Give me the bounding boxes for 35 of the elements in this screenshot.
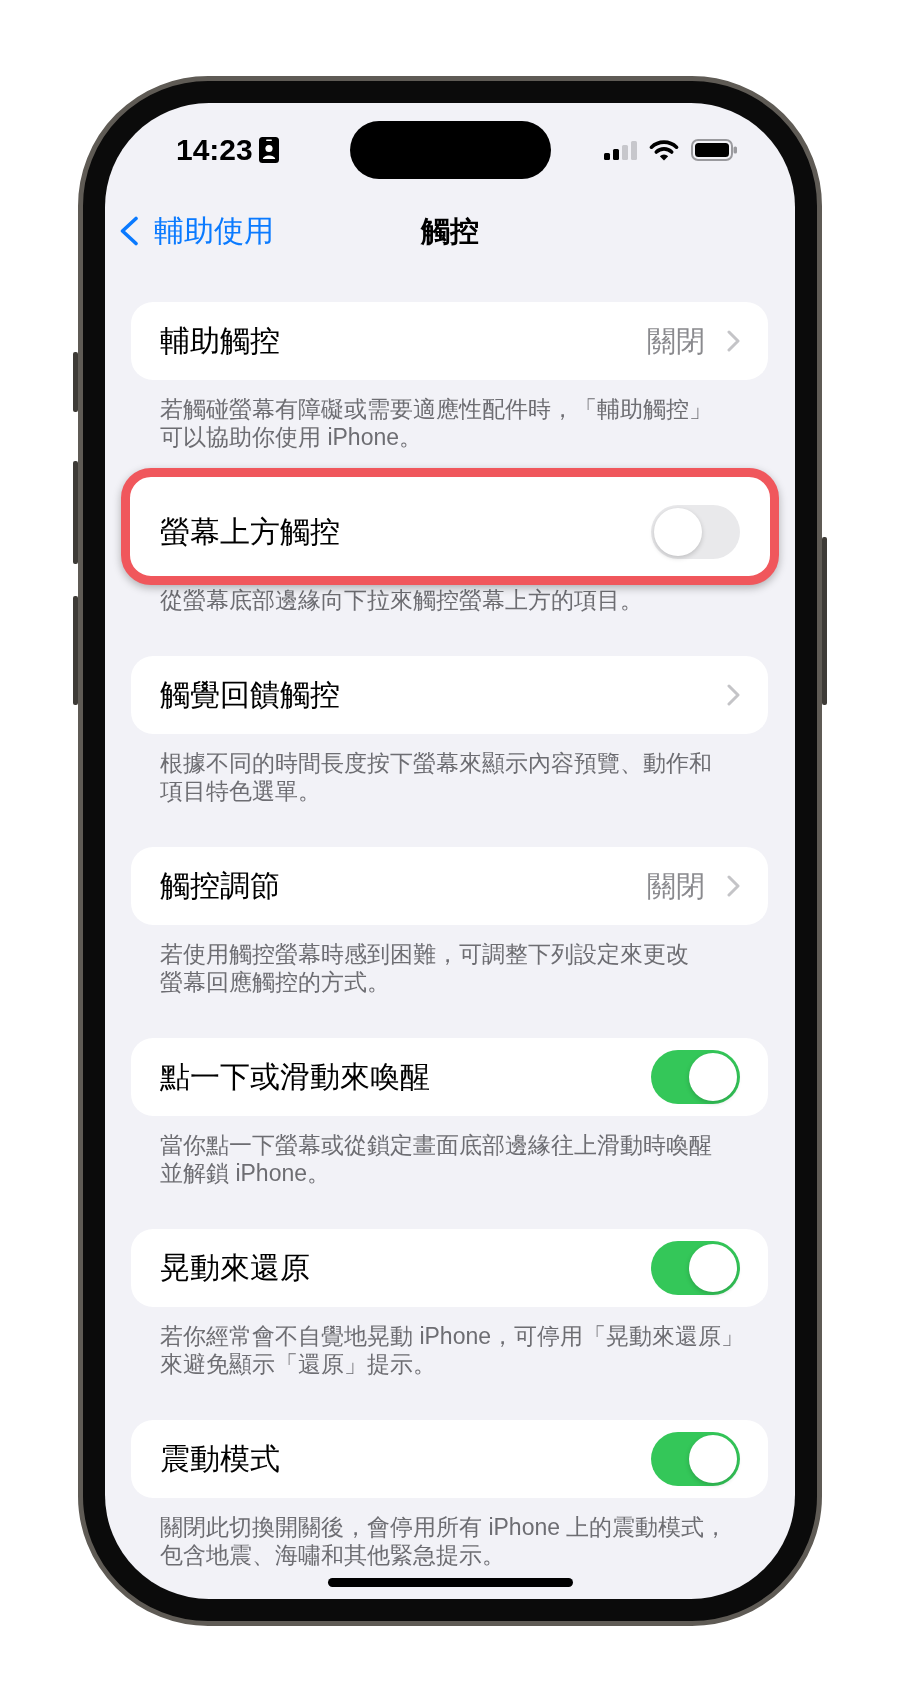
row-description: 若使用觸控螢幕時感到困難，可調整下列設定來更改螢幕回應觸控的方式。 xyxy=(160,940,690,996)
settings-row[interactable]: 觸覺回饋觸控 xyxy=(131,656,768,734)
toggle-switch[interactable] xyxy=(651,1432,740,1486)
toggle-switch[interactable] xyxy=(651,505,740,559)
row-description: 當你點一下螢幕或從鎖定畫面底部邊緣往上滑動時喚醒並解鎖 iPhone。 xyxy=(160,1131,713,1187)
side-button[interactable] xyxy=(73,352,78,412)
toggle-switch[interactable] xyxy=(651,1050,740,1104)
row-description: 根據不同的時間長度按下螢幕來顯示內容預覽、動作和項目特色選單。 xyxy=(160,749,713,805)
row-value: 關閉 xyxy=(647,324,705,359)
back-button[interactable]: 輔助使用 xyxy=(105,213,274,249)
row-label: 震動模式 xyxy=(160,1441,280,1477)
row-label: 點一下或滑動來喚醒 xyxy=(160,1059,430,1095)
side-button[interactable] xyxy=(73,461,78,564)
chevron-right-icon xyxy=(727,875,740,897)
chevron-left-icon xyxy=(119,216,139,246)
chevron-right-icon xyxy=(727,684,740,706)
battery-icon xyxy=(691,139,737,161)
side-button[interactable] xyxy=(73,596,78,705)
toggle-switch[interactable] xyxy=(651,1241,740,1295)
row-description: 若觸碰螢幕有障礙或需要適應性配件時，「輔助觸控」可以協助你使用 iPhone。 xyxy=(160,395,713,451)
row-description: 關閉此切換開關後，會停用所有 iPhone 上的震動模式，包含地震、海嘯和其他緊急提示。 xyxy=(160,1513,729,1569)
wifi-icon xyxy=(649,139,679,161)
status-time: 14:23 xyxy=(176,133,253,167)
row-description: 從螢幕底部邊緣向下拉來觸控螢幕上方的項目。 xyxy=(160,586,644,614)
person-card-icon xyxy=(258,137,279,163)
signal-icon xyxy=(604,140,637,160)
row-label: 晃動來還原 xyxy=(160,1250,310,1286)
nav-title: 觸控 xyxy=(421,214,479,249)
row-value: 關閉 xyxy=(647,869,705,904)
settings-row[interactable]: 輔助觸控 關閉 xyxy=(131,302,768,380)
row-description: 若你經常會不自覺地晃動 iPhone，可停用「晃動來還原」來避免顯示「還原」提示。 xyxy=(160,1322,745,1378)
side-button[interactable] xyxy=(822,537,827,705)
chevron-right-icon xyxy=(727,330,740,352)
row-label: 螢幕上方觸控 xyxy=(160,514,340,550)
settings-row[interactable]: 觸控調節 關閉 xyxy=(131,847,768,925)
